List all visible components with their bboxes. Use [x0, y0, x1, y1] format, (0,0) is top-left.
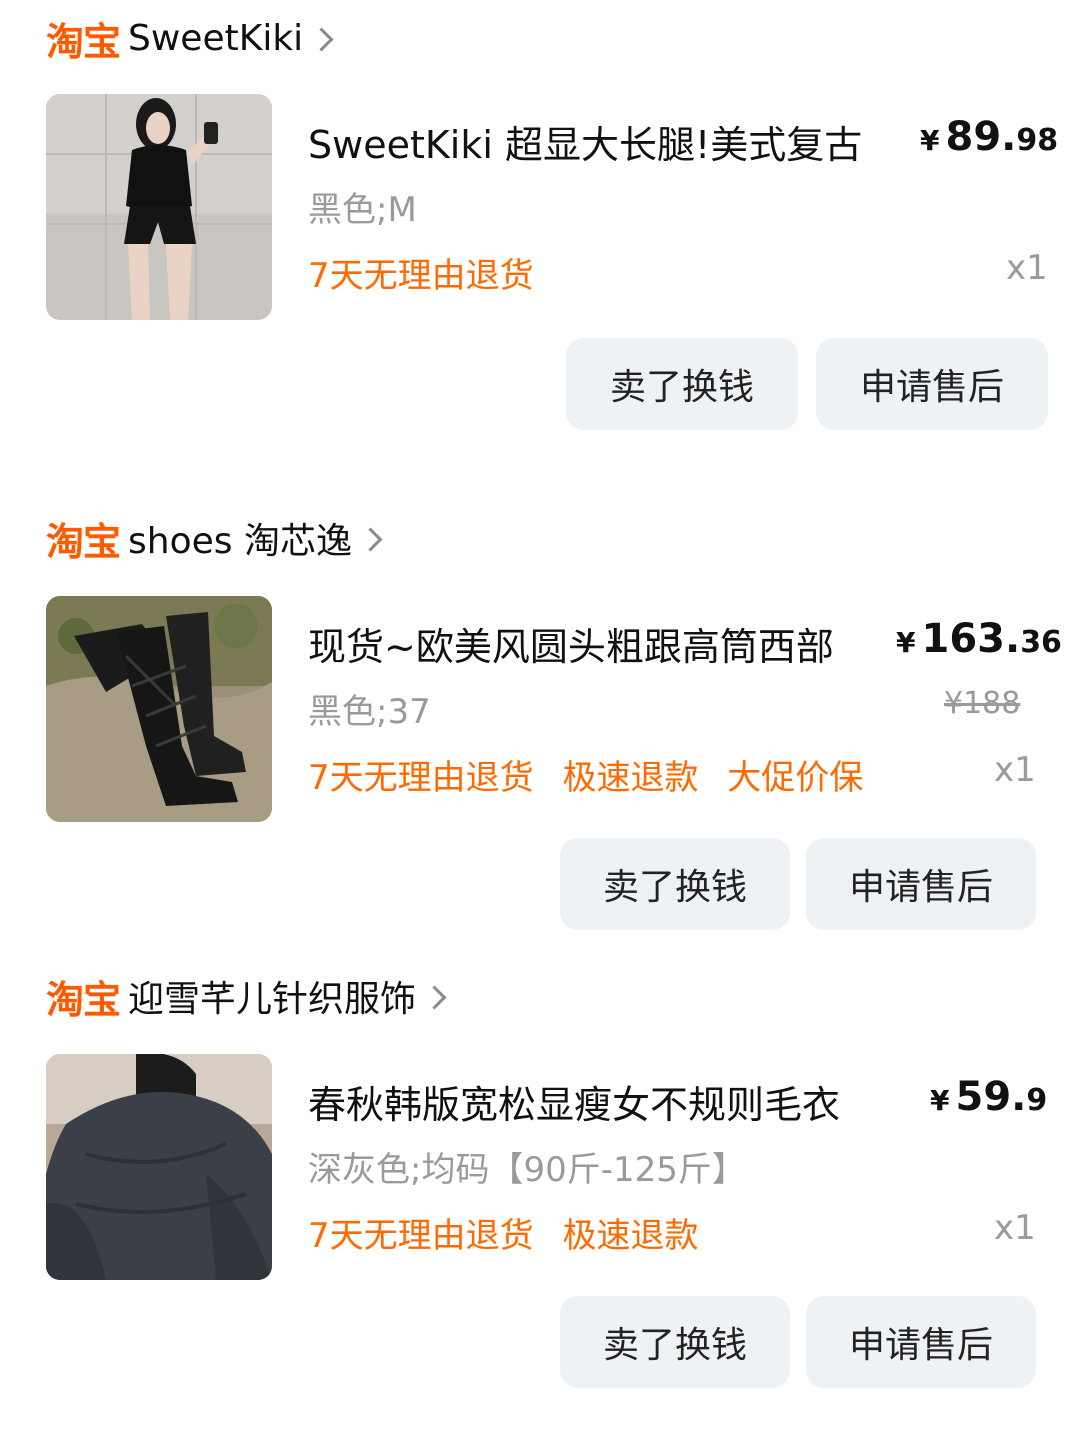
product-thumbnail[interactable] [46, 94, 272, 320]
product-thumbnail[interactable] [46, 1054, 272, 1280]
service-tag: 极速退款 [562, 758, 699, 798]
order-card: 淘宝 迎雪芊儿针织服饰 春秋韩版宽松显瘦女不规则毛衣 ¥59.9 深灰色;均码【… [0, 968, 1080, 1398]
shop-name: shoes 淘芯逸 [128, 521, 352, 562]
price-decimal: 36 [1020, 625, 1062, 660]
service-tag: 极速退款 [562, 1216, 699, 1256]
sell-for-cash-button[interactable]: 卖了换钱 [560, 838, 790, 930]
shop-header[interactable]: 淘宝 shoes 淘芯逸 [46, 510, 383, 566]
product-quantity: x1 [994, 1208, 1036, 1248]
service-tags: 7天无理由退货 极速退款 [308, 1208, 716, 1257]
product-title[interactable]: 现货~欧美风圆头粗跟高筒西部 [308, 616, 878, 671]
sell-for-cash-button[interactable]: 卖了换钱 [560, 1296, 790, 1388]
taobao-logo: 淘宝 [46, 519, 121, 564]
service-tags: 7天无理由退货 [308, 248, 552, 297]
shop-header[interactable]: 淘宝 迎雪芊儿针织服饰 [46, 968, 447, 1024]
taobao-logo: 淘宝 [46, 977, 121, 1022]
product-image-black-outfit [46, 94, 272, 320]
product-price: ¥163.36 [896, 616, 1062, 662]
product-title[interactable]: 春秋韩版宽松显瘦女不规则毛衣 [308, 1074, 908, 1129]
service-tags: 7天无理由退货 极速退款 大促价保 [308, 750, 881, 799]
chevron-right-icon [309, 26, 334, 52]
product-spec: 黑色;37 [308, 692, 431, 732]
product-price: ¥89.98 [920, 114, 1058, 160]
service-tag: 7天无理由退货 [308, 256, 534, 296]
chevron-right-icon [422, 984, 447, 1010]
product-title[interactable]: SweetKiki 超显大长腿!美式复古 [308, 114, 898, 169]
product-price: ¥59.9 [930, 1074, 1047, 1120]
product-image-black-boots [46, 596, 272, 822]
order-card: 淘宝 shoes 淘芯逸 现货~欧美风圆头粗跟高筒西部 ¥163.36 黑色;3… [0, 510, 1080, 940]
product-spec: 深灰色;均码【90斤-125斤】 [308, 1150, 746, 1190]
after-sale-button[interactable]: 申请售后 [806, 1296, 1036, 1388]
chevron-right-icon [358, 526, 383, 552]
sell-for-cash-button[interactable]: 卖了换钱 [566, 338, 798, 430]
price-symbol: ¥ [930, 1084, 950, 1117]
product-thumbnail[interactable] [46, 596, 272, 822]
price-integer: 163. [921, 616, 1021, 662]
shop-header[interactable]: 淘宝 SweetKiki [46, 10, 334, 66]
price-symbol: ¥ [896, 626, 916, 659]
price-integer: 59. [955, 1074, 1027, 1120]
service-tag: 7天无理由退货 [308, 758, 534, 798]
after-sale-button[interactable]: 申请售后 [806, 838, 1036, 930]
service-tag: 大促价保 [727, 758, 864, 798]
original-price: ¥188 [944, 686, 1021, 721]
order-card: 淘宝 SweetKiki SweetKiki 超显大长腿!美式复古 ¥89.98… [0, 10, 1080, 450]
taobao-logo: 淘宝 [46, 19, 121, 64]
after-sale-button[interactable]: 申请售后 [816, 338, 1048, 430]
price-decimal: 9 [1026, 1083, 1048, 1118]
price-integer: 89. [945, 114, 1017, 160]
service-tag: 7天无理由退货 [308, 1216, 534, 1256]
price-decimal: 98 [1016, 123, 1059, 158]
shop-name: SweetKiki [128, 17, 304, 59]
product-spec: 黑色;M [308, 190, 417, 230]
product-quantity: x1 [994, 750, 1036, 790]
price-symbol: ¥ [920, 124, 940, 157]
shop-name: 迎雪芊儿针织服饰 [128, 979, 417, 1020]
product-image-grey-sweater [46, 1054, 272, 1280]
product-quantity: x1 [1006, 248, 1048, 288]
